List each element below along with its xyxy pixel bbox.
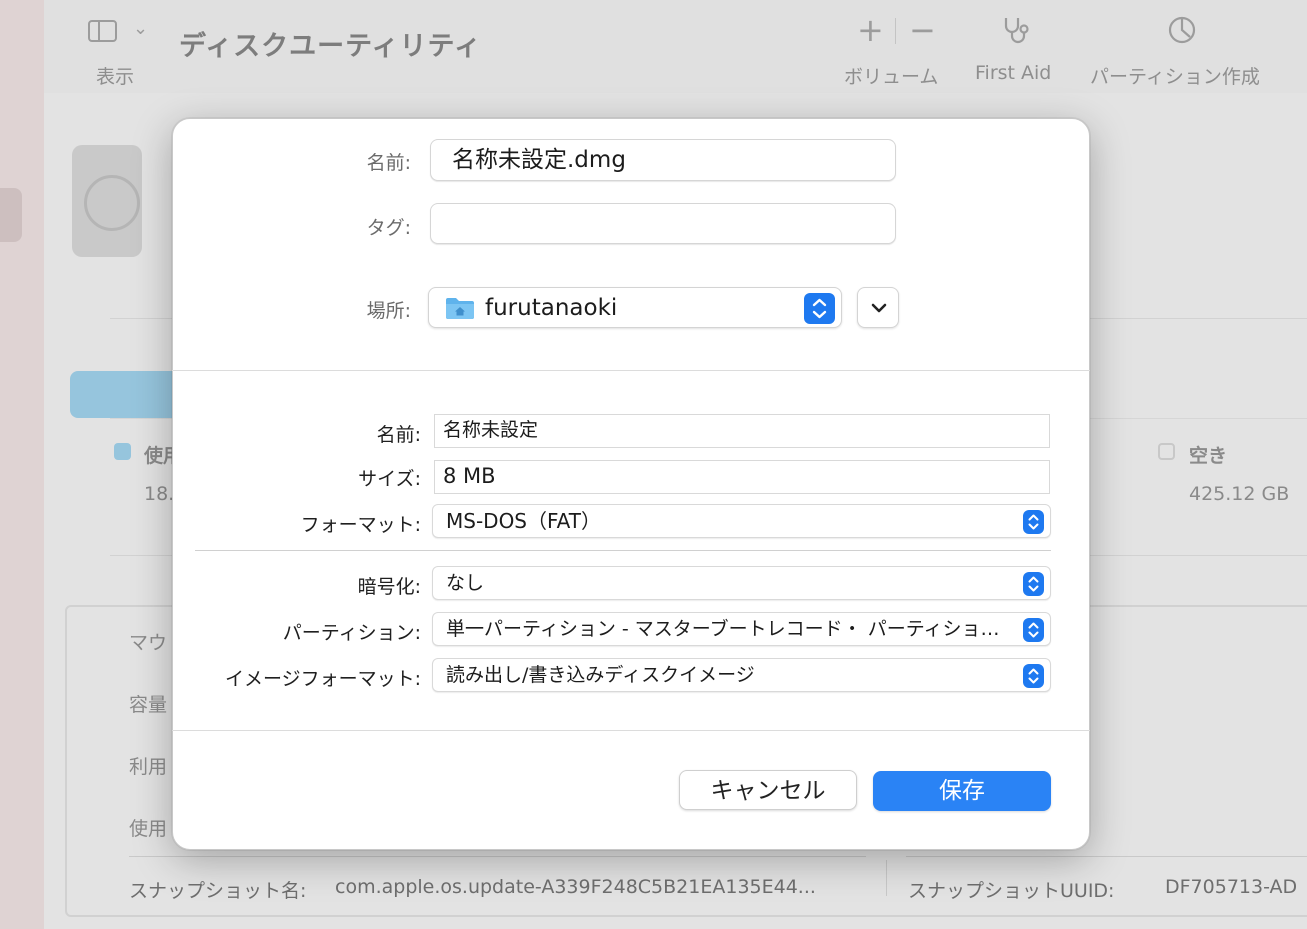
snapshot-uuid-value: DF705713-AD (1165, 876, 1298, 898)
used-legend-swatch (114, 443, 131, 460)
hard-disk-icon (72, 145, 142, 257)
free-legend-label: 空き (1189, 445, 1228, 467)
chevron-down-icon (871, 303, 887, 313)
snapshot-name-label: スナップショット名: (129, 880, 307, 902)
where-label: 場所: (366, 300, 411, 322)
sidebar-toggle-icon[interactable] (88, 20, 117, 42)
volume-label: ボリューム (844, 66, 939, 88)
info-label-available: 利用 (129, 756, 168, 778)
encryption-value: なし (446, 572, 485, 594)
options-separator (195, 550, 1051, 551)
free-legend-swatch (1158, 443, 1175, 460)
updown-chevron-icon (804, 293, 835, 324)
size-field[interactable]: 8 MB (434, 460, 1050, 494)
pie-chart-icon[interactable] (1168, 16, 1196, 44)
save-as-field[interactable]: 名称未設定.dmg (430, 139, 896, 181)
image-name-field[interactable]: 名称未設定 (434, 414, 1050, 448)
minus-icon[interactable]: − (909, 14, 936, 46)
size-label: サイズ: (358, 468, 421, 490)
partitions-popup[interactable]: 単一パーティション - マスターブートレコード・ パーティショ… (432, 612, 1051, 646)
sidebar-strip (0, 0, 44, 929)
cancel-button[interactable]: キャンセル (679, 770, 857, 810)
updown-chevron-icon (1023, 572, 1044, 596)
stethoscope-icon[interactable] (1000, 16, 1034, 46)
updown-chevron-icon (1023, 618, 1044, 642)
where-popup[interactable]: furutanaoki (428, 287, 842, 328)
window-title: ディスクユーティリティ (179, 31, 482, 62)
info-label-mount: マウ (129, 632, 168, 654)
info-label-capacity: 容量 (129, 694, 168, 716)
updown-chevron-icon (1023, 510, 1044, 534)
home-folder-icon (446, 298, 474, 319)
image-format-label: イメージフォーマット: (224, 668, 421, 690)
partitions-label: パーティション: (282, 622, 421, 644)
info-label-used: 使用 (129, 818, 168, 840)
snapshot-name-value: com.apple.os.update-A339F248C5B21EA135E4… (335, 876, 816, 898)
save-button[interactable]: 保存 (873, 771, 1051, 811)
updown-chevron-icon (1023, 664, 1044, 688)
format-popup[interactable]: MS-DOS（FAT） (432, 504, 1051, 538)
section-separator (172, 370, 1090, 371)
expand-browser-button[interactable] (857, 287, 899, 328)
save-as-label: 名前: (366, 152, 411, 174)
image-name-label: 名前: (376, 424, 421, 446)
tags-label: タグ: (366, 217, 411, 239)
encryption-label: 暗号化: (357, 576, 421, 598)
partition-label: パーティション作成 (1090, 66, 1260, 88)
partitions-value: 単一パーティション - マスターブートレコード・ パーティショ… (446, 618, 1000, 640)
chevron-down-icon[interactable]: ⌄ (133, 20, 148, 38)
first-aid-label: First Aid (975, 62, 1052, 84)
encryption-popup[interactable]: なし (432, 566, 1051, 600)
info-row-divider (906, 856, 1307, 857)
toolbar-divider (895, 18, 896, 44)
info-column-divider (886, 860, 887, 896)
free-legend-value: 425.12 GB (1189, 483, 1290, 505)
format-label: フォーマット: (300, 514, 421, 536)
image-format-popup[interactable]: 読み出し/書き込みディスクイメージ (432, 658, 1051, 692)
where-value: furutanaoki (485, 295, 618, 321)
footer-separator (172, 730, 1090, 731)
image-format-value: 読み出し/書き込みディスクイメージ (446, 664, 755, 686)
plus-icon[interactable]: + (857, 14, 884, 46)
sidebar-selection (0, 188, 22, 242)
info-row-divider (129, 856, 866, 857)
toolbar: ⌄ 表示 ディスクユーティリティ + − ボリューム First Aid パーテ… (44, 0, 1307, 93)
view-label: 表示 (96, 66, 135, 88)
tags-field[interactable] (430, 203, 896, 244)
format-value: MS-DOS（FAT） (446, 509, 602, 533)
used-legend-value: 18. (144, 483, 175, 505)
snapshot-uuid-label: スナップショットUUID: (908, 880, 1115, 902)
